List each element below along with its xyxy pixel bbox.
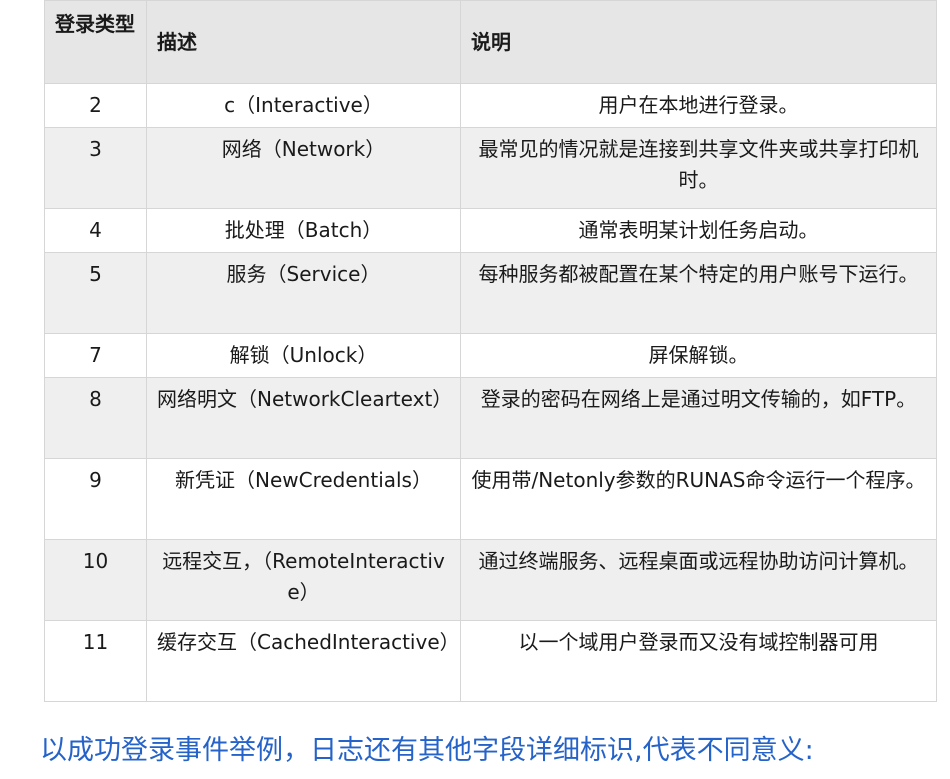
cell-description: 解锁（Unlock） — [146, 333, 461, 378]
table-row: 5 服务（Service） 每种服务都被配置在某个特定的用户账号下运行。 — [44, 252, 937, 334]
cell-note: 通常表明某计划任务启动。 — [460, 208, 937, 253]
cell-logon-type: 9 — [44, 458, 147, 540]
cell-note: 使用带/Netonly参数的RUNAS命令运行一个程序。 — [460, 458, 937, 540]
cell-description: 缓存交互（CachedInteractive） — [146, 620, 461, 702]
cell-logon-type: 7 — [44, 333, 147, 378]
table-row: 3 网络（Network） 最常见的情况就是连接到共享文件夹或共享打印机时。 — [44, 127, 937, 209]
logon-type-table: 登录类型 描述 说明 2 c（Interactive） 用户在本地进行登录。 3… — [44, 0, 937, 702]
cell-description: 新凭证（NewCredentials） — [146, 458, 461, 540]
cell-logon-type: 10 — [44, 539, 147, 621]
cell-note: 屏保解锁。 — [460, 333, 937, 378]
cell-logon-type: 5 — [44, 252, 147, 334]
table-row: 4 批处理（Batch） 通常表明某计划任务启动。 — [44, 208, 937, 253]
cell-note: 通过终端服务、远程桌面或远程协助访问计算机。 — [460, 539, 937, 621]
header-logon-type: 登录类型 — [44, 0, 147, 84]
cell-note: 用户在本地进行登录。 — [460, 83, 937, 128]
cell-description: 服务（Service） — [146, 252, 461, 334]
header-description: 描述 — [146, 0, 461, 84]
table-header-row: 登录类型 描述 说明 — [44, 0, 937, 84]
cell-description: 网络（Network） — [146, 127, 461, 209]
table-row: 8 网络明文（NetworkCleartext） 登录的密码在网络上是通过明文传… — [44, 377, 937, 459]
cell-description: 网络明文（NetworkCleartext） — [146, 377, 461, 459]
table-row: 2 c（Interactive） 用户在本地进行登录。 — [44, 83, 937, 128]
cell-logon-type: 2 — [44, 83, 147, 128]
cell-description: 批处理（Batch） — [146, 208, 461, 253]
cell-logon-type: 8 — [44, 377, 147, 459]
cell-logon-type: 3 — [44, 127, 147, 209]
cell-description: 远程交互，（RemoteInteractive） — [146, 539, 461, 621]
caption-text: 以成功登录事件举例，日志还有其他字段详细标识,代表不同意义: — [40, 735, 814, 766]
cell-logon-type: 11 — [44, 620, 147, 702]
cell-note: 最常见的情况就是连接到共享文件夹或共享打印机时。 — [460, 127, 937, 209]
table-row: 9 新凭证（NewCredentials） 使用带/Netonly参数的RUNA… — [44, 458, 937, 540]
cell-note: 以一个域用户登录而又没有域控制器可用 — [460, 620, 937, 702]
table-row: 11 缓存交互（CachedInteractive） 以一个域用户登录而又没有域… — [44, 620, 937, 702]
table-row: 7 解锁（Unlock） 屏保解锁。 — [44, 333, 937, 378]
header-note: 说明 — [460, 0, 937, 84]
cell-note: 登录的密码在网络上是通过明文传输的，如FTP。 — [460, 377, 937, 459]
cell-logon-type: 4 — [44, 208, 147, 253]
cell-note: 每种服务都被配置在某个特定的用户账号下运行。 — [460, 252, 937, 334]
cell-description: c（Interactive） — [146, 83, 461, 128]
logon-type-table-container: 登录类型 描述 说明 2 c（Interactive） 用户在本地进行登录。 3… — [44, 0, 937, 702]
table-row: 10 远程交互，（RemoteInteractive） 通过终端服务、远程桌面或… — [44, 539, 937, 621]
